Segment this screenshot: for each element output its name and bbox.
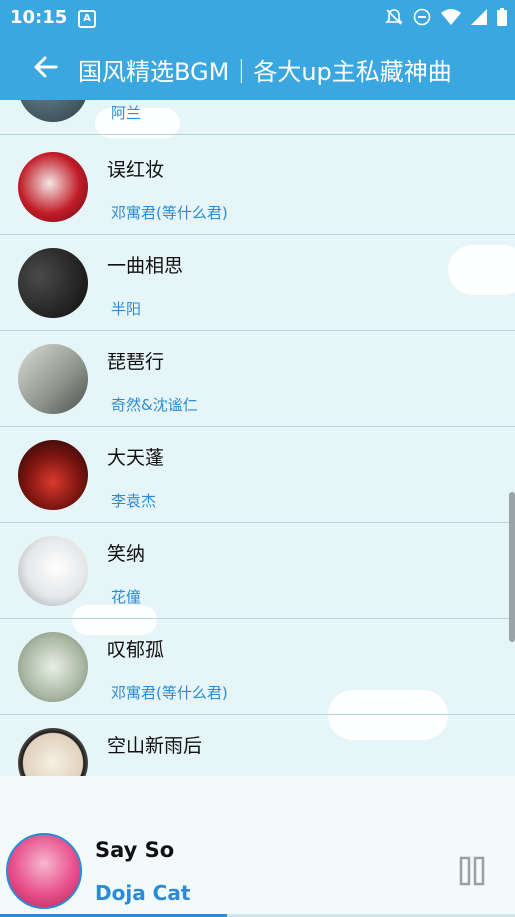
do-not-disturb-icon [413,8,431,30]
song-artist: 半阳 [111,300,142,318]
list-item[interactable]: 阿兰 [0,100,515,135]
song-title: 叹郁孤 [107,639,165,661]
pause-icon[interactable] [458,856,486,886]
now-playing-artist: Doja Cat [95,881,191,905]
song-artist: 李袁杰 [111,492,157,510]
notifications-off-icon [385,8,403,30]
song-list[interactable]: 阿兰 误红妆 邓寓君(等什么君) 一曲相思 半阳 琵琶行 奇然&沈谧仁 大天蓬 … [0,100,515,776]
status-icons [385,8,507,30]
scrollbar[interactable] [509,492,515,642]
list-item[interactable]: 叹郁孤 邓寓君(等什么君) [0,618,515,715]
wifi-icon [441,9,461,29]
app-bar: 国风精选BGM｜各大up主私藏神曲 [0,35,515,100]
album-cover [18,100,88,122]
song-title: 误红妆 [107,159,165,181]
page-title: 国风精选BGM｜各大up主私藏神曲 [78,58,452,86]
song-title: 空山新雨后 [107,735,203,757]
list-item[interactable]: 笑纳 花僮 [0,522,515,619]
arrow-left-icon[interactable] [30,51,62,83]
app-notification-icon: A [78,10,96,28]
list-item[interactable]: 误红妆 邓寓君(等什么君) [0,138,515,235]
album-cover [18,248,88,318]
list-item[interactable]: 空山新雨后 [0,714,515,776]
album-cover [18,152,88,222]
now-playing-title: Say So [95,838,175,862]
song-artist: 奇然&沈谧仁 [111,396,198,414]
list-item[interactable]: 一曲相思 半阳 [0,234,515,331]
song-artist: 邓寓君(等什么君) [111,204,228,222]
song-artist: 阿兰 [111,104,142,122]
battery-icon [497,8,507,30]
signal-icon [471,9,487,29]
list-item[interactable]: 琵琶行 奇然&沈谧仁 [0,330,515,427]
album-cover [18,440,88,510]
now-playing-bar[interactable]: Say So Doja Cat [0,776,515,917]
song-artist: 花僮 [111,588,142,606]
song-title: 笑纳 [107,543,146,565]
album-cover [18,728,88,776]
song-title: 大天蓬 [107,447,165,469]
status-bar: 10:15 A [0,0,515,35]
song-artist: 邓寓君(等什么君) [111,684,228,702]
album-cover [18,632,88,702]
song-title: 一曲相思 [107,255,184,277]
song-title: 琵琶行 [107,351,165,373]
now-playing-cover[interactable] [6,833,82,909]
status-time: 10:15 [10,7,68,28]
list-item[interactable]: 大天蓬 李袁杰 [0,426,515,523]
album-cover [18,536,88,606]
album-cover [18,344,88,414]
